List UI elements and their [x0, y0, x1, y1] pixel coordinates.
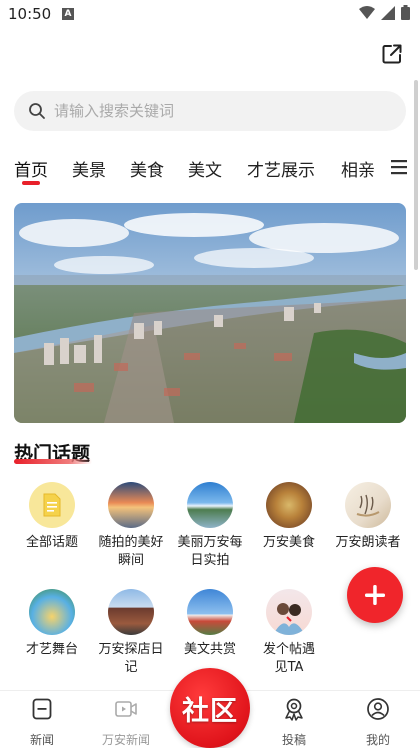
active-tab-indicator — [22, 181, 40, 185]
topic-label: 随拍的美好瞬间 — [98, 535, 164, 568]
app-screen: 10:50 A 首页 美景 美食 美文 — [0, 0, 420, 748]
user-icon — [367, 698, 389, 720]
shop-photo — [108, 589, 154, 635]
search-bar[interactable] — [14, 91, 406, 131]
tab-writing[interactable]: 美文 — [188, 156, 222, 181]
scrollbar[interactable] — [414, 80, 418, 270]
wifi-icon — [359, 5, 375, 19]
document-icon — [29, 482, 75, 528]
nav-submit[interactable]: 投稿 — [252, 697, 336, 748]
town-aerial-illustration — [14, 203, 406, 423]
battery-icon — [401, 5, 410, 20]
submit-icon — [285, 698, 303, 721]
nav-label: 新闻 — [29, 733, 54, 747]
tab-home[interactable]: 首页 — [14, 156, 48, 181]
topic-shop-diary[interactable]: 万安探店日记 — [91, 589, 171, 677]
search-icon — [29, 103, 45, 119]
building-photo — [187, 589, 233, 635]
nav-news[interactable]: 新闻 — [0, 697, 84, 748]
landscape-photo — [187, 482, 233, 528]
topic-label: 才艺舞台 — [25, 642, 78, 657]
tab-scenery[interactable]: 美景 — [72, 156, 106, 181]
topic-label: 美文共赏 — [183, 642, 236, 657]
cartoon-photo — [29, 589, 75, 635]
topic-food[interactable]: 万安美食 — [249, 482, 329, 552]
topic-daily-photos[interactable]: 美丽万安每日实拍 — [170, 482, 250, 570]
tab-talent[interactable]: 才艺展示 — [247, 156, 315, 181]
news-icon — [32, 698, 52, 720]
plus-icon — [365, 585, 385, 605]
add-post-button[interactable] — [347, 567, 403, 623]
topic-label: 全部话题 — [25, 535, 78, 550]
signal-icon — [381, 5, 395, 20]
tab-dating[interactable]: 相亲 — [341, 156, 375, 181]
nav-mine[interactable]: 我的 — [336, 697, 420, 748]
video-icon — [115, 701, 137, 717]
topic-all[interactable]: 全部话题 — [12, 482, 92, 552]
topic-essays[interactable]: 美文共赏 — [170, 589, 250, 659]
couple-illustration — [266, 589, 312, 635]
status-time: 10:50 — [8, 5, 52, 23]
calligraphy-photo — [345, 482, 391, 528]
category-tabs: 首页 美景 美食 美文 才艺展示 相亲 — [0, 150, 420, 190]
nav-wanan-news[interactable]: 万安新闻 — [84, 697, 168, 748]
topic-label: 万安探店日记 — [98, 642, 164, 675]
share-icon[interactable] — [380, 42, 404, 66]
status-icons — [359, 5, 410, 20]
topic-readers[interactable]: 万安朗读者 — [328, 482, 408, 552]
community-label: 社区 — [182, 695, 238, 727]
sunset-photo — [108, 482, 154, 528]
hot-topics-underline — [14, 459, 92, 464]
topic-label: 美丽万安每日实拍 — [177, 535, 243, 568]
banner-image[interactable] — [14, 203, 406, 423]
topic-label: 万安美食 — [262, 535, 315, 550]
community-button[interactable]: 社区 — [170, 668, 250, 748]
topic-label: 万安朗读者 — [335, 535, 401, 550]
food-photo — [266, 482, 312, 528]
topic-label: 发个帖遇见TA — [262, 642, 315, 675]
status-bar: 10:50 A — [0, 0, 420, 30]
topic-talent-stage[interactable]: 才艺舞台 — [12, 589, 92, 659]
search-input[interactable] — [54, 102, 354, 120]
nav-label: 我的 — [365, 733, 390, 747]
tab-food[interactable]: 美食 — [130, 156, 164, 181]
notification-icon: A — [62, 8, 74, 20]
topic-snapshots[interactable]: 随拍的美好瞬间 — [91, 482, 171, 570]
nav-label: 万安新闻 — [101, 733, 150, 747]
nav-label: 投稿 — [281, 733, 306, 747]
menu-icon[interactable] — [390, 158, 408, 176]
topic-meet[interactable]: 发个帖遇见TA — [249, 589, 329, 677]
